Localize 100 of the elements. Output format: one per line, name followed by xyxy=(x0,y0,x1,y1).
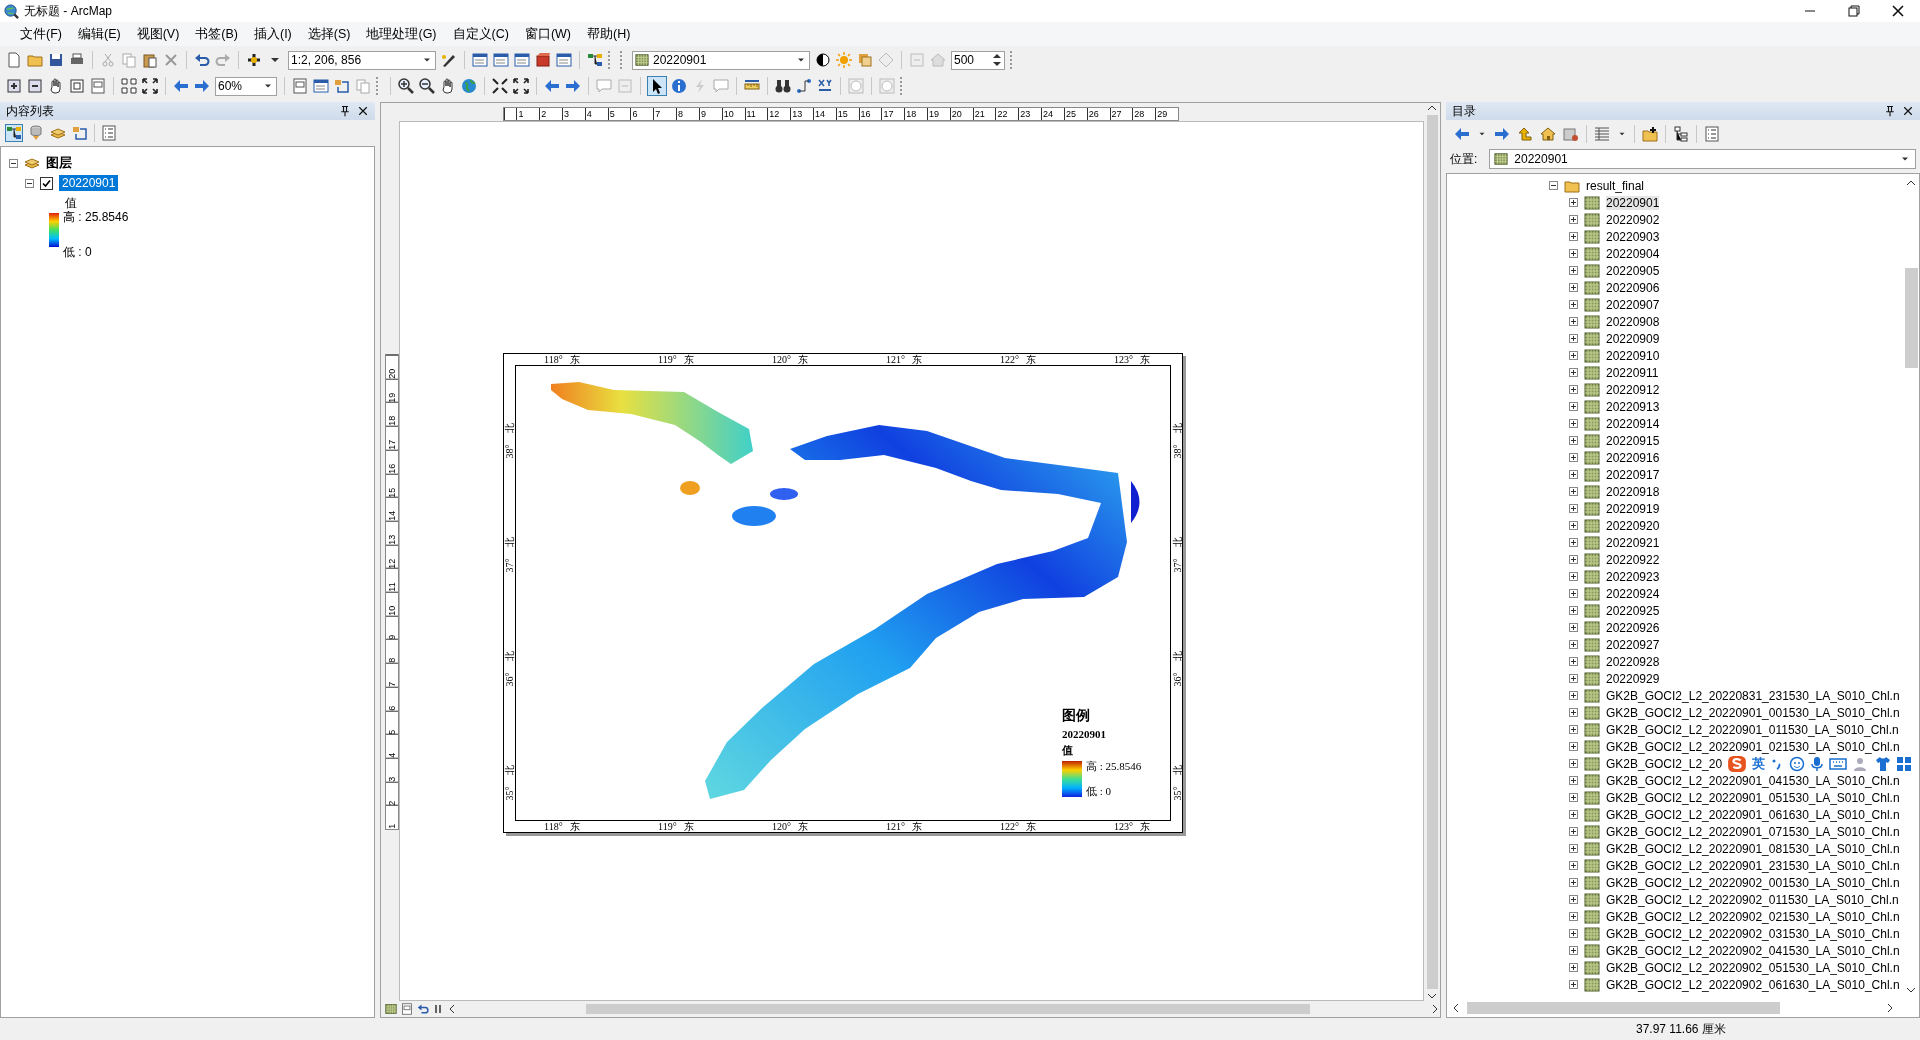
expand-icon[interactable] xyxy=(1569,419,1578,428)
expand-icon[interactable] xyxy=(1569,776,1578,785)
paste-icon[interactable] xyxy=(142,52,158,68)
expand-icon[interactable] xyxy=(1569,844,1578,853)
raster-dataset-name[interactable]: 20220915 xyxy=(1606,433,1660,448)
scroll-right-icon[interactable] xyxy=(1430,1004,1440,1014)
raster-dataset-name[interactable]: GK2B_GOCI2_L2_20220901_051530_LA_S010_Chl.n xyxy=(1606,790,1900,805)
vertical-scrollbar[interactable] xyxy=(1904,268,1918,368)
punctuation-icon[interactable] xyxy=(1771,757,1783,771)
raster-dataset-name[interactable]: 20220922 xyxy=(1606,552,1660,567)
options-icon[interactable] xyxy=(1704,126,1720,142)
expand-icon[interactable] xyxy=(1569,215,1578,224)
pointer-icon[interactable] xyxy=(648,77,666,95)
expand-icon[interactable] xyxy=(1569,725,1578,734)
raster-dataset-name[interactable]: GK2B_GOCI2_L2_20220902_061630_LA_S010_Chl.n xyxy=(1606,977,1900,992)
raster-dataset-name[interactable]: GK2B_GOCI2_L2_20220901_231530_LA_S010_Chl.n xyxy=(1606,858,1900,873)
expand-icon[interactable] xyxy=(1569,402,1578,411)
raster-dataset-name[interactable]: 20220921 xyxy=(1606,535,1660,550)
scroll-up-icon[interactable] xyxy=(1427,103,1437,113)
close-icon[interactable] xyxy=(1890,3,1906,19)
keyboard-icon[interactable] xyxy=(1829,757,1847,771)
expand-icon[interactable] xyxy=(1569,674,1578,683)
raster-dataset-name[interactable]: 20220918 xyxy=(1606,484,1660,499)
next-extent-icon[interactable] xyxy=(194,78,210,94)
zoom-in-arrows-icon[interactable] xyxy=(492,78,508,94)
raster-dataset-name[interactable]: 20220925 xyxy=(1606,603,1660,618)
back-icon[interactable] xyxy=(1454,126,1470,142)
page-icon[interactable] xyxy=(292,78,308,94)
expand-icon[interactable] xyxy=(1569,589,1578,598)
raster-dataset-name[interactable]: 20220917 xyxy=(1606,467,1660,482)
raster-dataset-name[interactable]: 20220905 xyxy=(1606,263,1660,278)
contrast-icon[interactable] xyxy=(815,52,831,68)
editor-icon[interactable] xyxy=(441,52,457,68)
grid-menu-icon[interactable] xyxy=(1897,757,1911,771)
raster-dataset-name[interactable]: GK2B_GOCI2_L2_20220902_041530_LA_S010_Chl.n xyxy=(1606,943,1900,958)
raster-dataset-name[interactable]: GK2B_GOCI2_L2_20220831_231530_LA_S010_Chl.n xyxy=(1606,688,1900,703)
shirt-icon[interactable] xyxy=(1875,756,1891,772)
close-icon[interactable] xyxy=(1902,105,1914,117)
menu-item[interactable]: 书签(B) xyxy=(187,23,246,45)
raster-dataset-name[interactable]: 20220919 xyxy=(1606,501,1660,516)
options-icon[interactable] xyxy=(101,125,117,141)
expand-icon[interactable] xyxy=(1569,504,1578,513)
raster-dataset-name[interactable]: GK2B_GOCI2_L2_20 xyxy=(1606,756,1723,771)
folder-name[interactable]: result_final xyxy=(1586,178,1645,193)
collapse-icon[interactable] xyxy=(25,178,34,188)
restore-icon[interactable] xyxy=(1846,3,1862,19)
expand-icon[interactable] xyxy=(1569,759,1578,768)
expand-icon[interactable] xyxy=(1569,946,1578,955)
pause-icon[interactable] xyxy=(433,1004,443,1014)
forward-icon[interactable] xyxy=(1494,126,1510,142)
expand-icon[interactable] xyxy=(1569,385,1578,394)
raster-dataset-name[interactable]: 20220906 xyxy=(1606,280,1660,295)
forward-icon[interactable] xyxy=(565,78,581,94)
menu-item[interactable]: 地理处理(G) xyxy=(358,23,445,45)
menu-item[interactable]: 编辑(E) xyxy=(69,23,129,45)
scroll-down-icon[interactable] xyxy=(1427,991,1437,1001)
spinner-arrows-icon[interactable] xyxy=(992,52,1002,68)
menu-item[interactable]: 文件(F) xyxy=(12,23,70,45)
expand-icon[interactable] xyxy=(1569,640,1578,649)
expand-icon[interactable] xyxy=(1569,742,1578,751)
raster-dataset-name[interactable]: 20220909 xyxy=(1606,331,1660,346)
pan-icon[interactable] xyxy=(440,78,456,94)
menu-item[interactable]: 窗口(W) xyxy=(516,23,579,45)
window-icon[interactable] xyxy=(556,52,572,68)
previous-extent-icon[interactable] xyxy=(173,78,189,94)
menu-item[interactable]: 插入(I) xyxy=(246,23,300,45)
list-by-drawing-order-icon[interactable] xyxy=(6,125,22,141)
expand-icon[interactable] xyxy=(1569,895,1578,904)
raster-dataset-name[interactable]: 20220910 xyxy=(1606,348,1660,363)
zoom-in-icon[interactable] xyxy=(398,78,414,94)
list-by-visibility-icon[interactable] xyxy=(50,125,66,141)
ime-logo-icon[interactable] xyxy=(1728,756,1746,772)
collapse-icon[interactable] xyxy=(1549,181,1558,190)
back-icon[interactable] xyxy=(544,78,560,94)
expand-icon[interactable] xyxy=(1569,810,1578,819)
expand-icon[interactable] xyxy=(1569,368,1578,377)
expand-icon[interactable] xyxy=(1569,317,1578,326)
expand-icon[interactable] xyxy=(1569,232,1578,241)
expand-icon[interactable] xyxy=(1569,198,1578,207)
menu-item[interactable]: 选择(S) xyxy=(299,23,359,45)
raster-dataset-name[interactable]: 20220929 xyxy=(1606,671,1660,686)
raster-dataset-name[interactable]: 20220924 xyxy=(1606,586,1660,601)
raster-dataset-name[interactable]: GK2B_GOCI2_L2_20220902_011530_LA_S010_Chl.n xyxy=(1606,892,1899,907)
scroll-left-icon[interactable] xyxy=(1451,1003,1461,1013)
layer-checkbox[interactable] xyxy=(40,176,53,190)
expand-icon[interactable] xyxy=(1569,912,1578,921)
layer-combo[interactable]: 20220901 xyxy=(632,50,810,70)
pin-icon[interactable] xyxy=(339,105,351,117)
raster-dataset-name[interactable]: 20220911 xyxy=(1606,365,1659,380)
raster-dataset-name[interactable]: GK2B_GOCI2_L2_20220901_021530_LA_S010_Chl.n xyxy=(1606,739,1900,754)
menu-item[interactable]: 自定义(C) xyxy=(444,23,517,45)
layer-name[interactable]: 20220901 xyxy=(59,175,119,191)
expand-icon[interactable] xyxy=(1569,334,1578,343)
expand-icon[interactable] xyxy=(1569,453,1578,462)
pan-icon[interactable] xyxy=(48,78,64,94)
expand-icon[interactable] xyxy=(1569,487,1578,496)
model-icon[interactable] xyxy=(587,52,603,68)
zoom-out-arrows-icon[interactable] xyxy=(513,78,529,94)
expand-icon[interactable] xyxy=(1569,266,1578,275)
raster-dataset-name[interactable]: GK2B_GOCI2_L2_20220901_001530_LA_S010_Chl.n xyxy=(1606,705,1900,720)
